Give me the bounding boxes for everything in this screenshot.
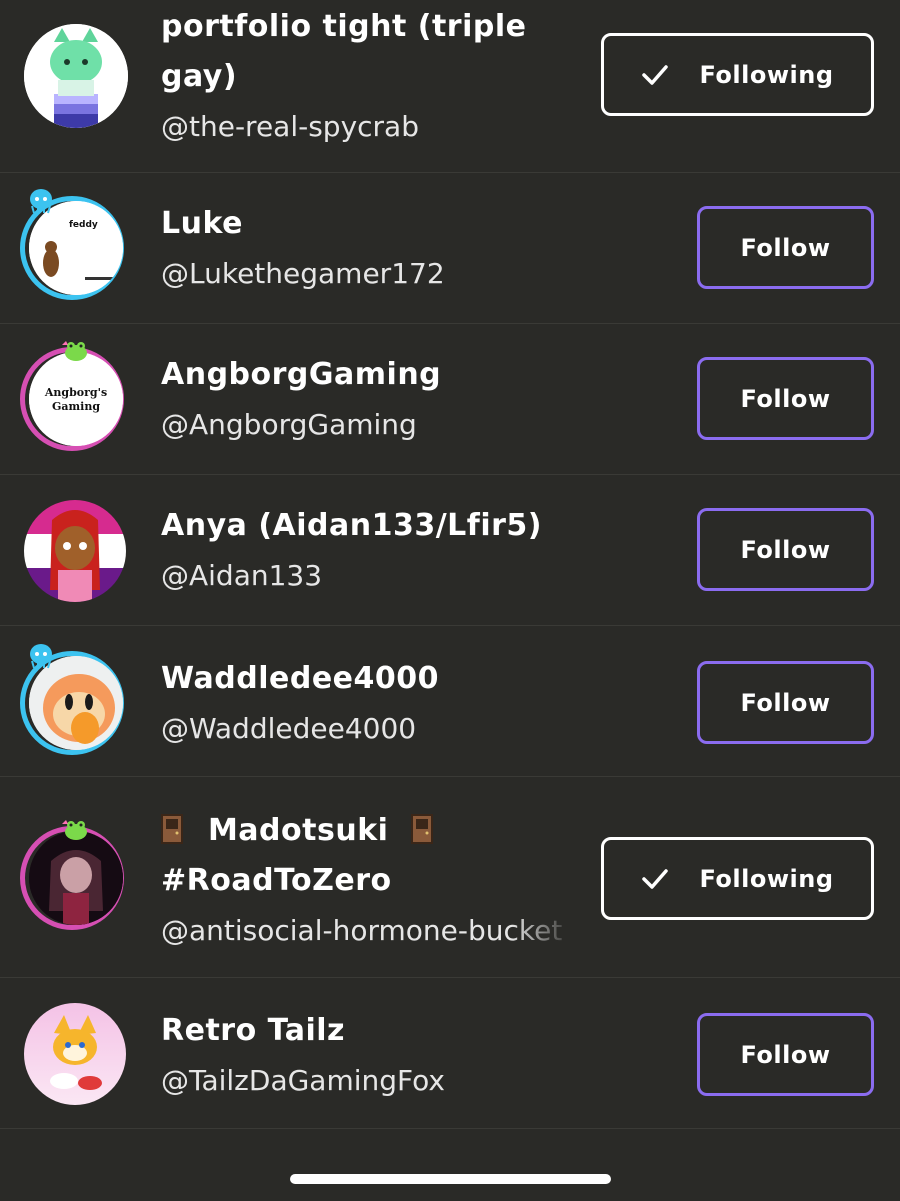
user-display-name: Retro Tailz — [161, 1013, 346, 1048]
user-handle: @Waddledee4000 — [161, 712, 417, 745]
svg-text:Angborg's: Angborg's — [44, 386, 107, 399]
avatar[interactable] — [24, 24, 128, 128]
user-handle: @Aidan133 — [161, 559, 323, 592]
list-item[interactable]: feddy Luke @Lukethegamer172 Follow — [0, 172, 900, 324]
avatar[interactable] — [24, 1003, 126, 1105]
octopus-badge-icon — [26, 188, 56, 214]
user-display-name: Madotsuki — [161, 806, 581, 856]
following-button[interactable]: Following — [601, 837, 874, 920]
user-display-name: AngborgGaming — [161, 357, 442, 392]
list-item[interactable]: portfolio tight (triple gay) @the-real-s… — [0, 0, 900, 173]
button-label: Follow — [740, 233, 831, 262]
follow-button[interactable]: Follow — [697, 206, 874, 289]
display-name-text: Madotsuki — [207, 813, 389, 848]
checkmark-icon — [642, 868, 669, 889]
svg-text:Gaming: Gaming — [52, 400, 100, 413]
list-item[interactable]: Retro Tailz @TailzDaGamingFox Follow — [0, 977, 900, 1129]
user-display-name-line2: #RoadToZero — [161, 863, 392, 898]
user-handle: @TailzDaGamingFox — [161, 1064, 445, 1097]
button-label: Follow — [740, 535, 831, 564]
octopus-badge-icon — [26, 643, 56, 669]
home-indicator[interactable] — [290, 1174, 611, 1184]
user-display-name: Waddledee4000 — [161, 661, 440, 696]
button-label: Follow — [740, 688, 831, 717]
user-display-name: portfolio tight (triple gay) — [161, 9, 527, 94]
door-icon — [411, 814, 434, 844]
avatar[interactable]: Angborg's Gaming — [29, 352, 123, 446]
user-handle: @AngborgGaming — [161, 408, 417, 441]
user-handle: @the-real-spycrab — [161, 110, 419, 143]
checkmark-icon — [642, 64, 669, 85]
list-item[interactable]: Madotsuki #RoadToZero @antisocial-hormon… — [0, 776, 900, 978]
user-display-name: Anya (Aidan133/Lfir5) — [161, 508, 543, 543]
user-display-name: Luke — [161, 206, 243, 241]
frog-badge-icon — [60, 337, 90, 363]
user-handle: @antisocial-hormone-bucket — [161, 914, 563, 947]
avatar[interactable] — [29, 656, 123, 750]
button-label: Following — [699, 60, 834, 89]
avatar[interactable]: feddy — [29, 201, 123, 295]
follow-button[interactable]: Follow — [697, 357, 874, 440]
list-item[interactable]: Anya (Aidan133/Lfir5) @Aidan133 Follow — [0, 474, 900, 626]
frog-badge-icon — [60, 816, 90, 842]
user-handle: @Lukethegamer172 — [161, 257, 445, 290]
door-icon — [161, 814, 183, 844]
follow-button[interactable]: Follow — [697, 508, 874, 591]
list-item[interactable]: Angborg's Gaming AngborgGaming @AngborgG… — [0, 323, 900, 475]
avatar[interactable] — [24, 500, 126, 602]
button-label: Follow — [740, 384, 831, 413]
avatar-caption: feddy — [69, 220, 98, 230]
button-label: Following — [699, 864, 834, 893]
list-item[interactable]: Waddledee4000 @Waddledee4000 Follow — [0, 625, 900, 777]
follow-button[interactable]: Follow — [697, 1013, 874, 1096]
following-button[interactable]: Following — [601, 33, 874, 116]
button-label: Follow — [740, 1040, 831, 1069]
follow-button[interactable]: Follow — [697, 661, 874, 744]
avatar[interactable] — [29, 831, 123, 925]
